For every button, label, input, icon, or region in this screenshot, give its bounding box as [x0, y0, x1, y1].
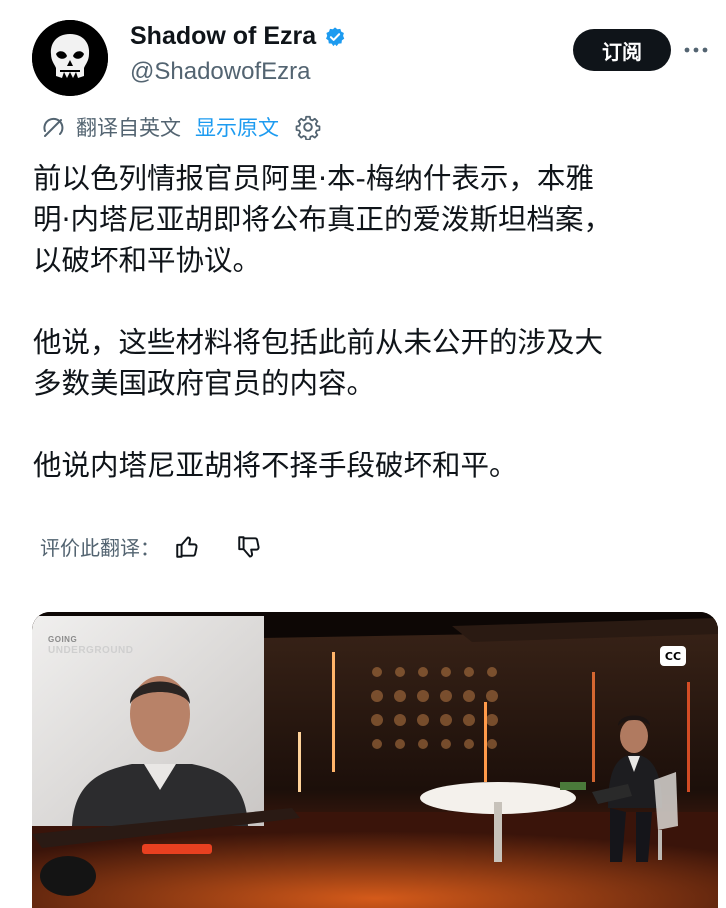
- studio-scene: [32, 612, 718, 908]
- going-underground-logo: GOING UNDERGROUND: [48, 634, 134, 656]
- name-row: Shadow of Ezra: [130, 22, 346, 51]
- verified-badge-icon: [326, 26, 345, 46]
- logo-line-1: GOING: [48, 635, 78, 644]
- post-header: Shadow of Ezra @ShadowofEzra 订阅: [0, 0, 726, 110]
- translation-bar: 翻译自英文 显示原文: [40, 112, 321, 142]
- rate-translation-bar: 评价此翻译：: [40, 532, 262, 561]
- thumbs-down-icon[interactable]: [236, 534, 262, 560]
- post-paragraph: 前以色列情报官员阿里·本-梅纳什表示，本雅 明·内塔尼亚胡即将公布真正的爱泼斯坦…: [33, 162, 613, 277]
- translated-from-label: 翻译自英文: [76, 116, 181, 140]
- rate-translation-label: 评价此翻译：: [40, 536, 160, 560]
- post-paragraph: 他说内塔尼亚胡将不择手段破坏和平。: [33, 449, 518, 482]
- video-thumbnail[interactable]: GOING UNDERGROUND CC: [32, 612, 718, 908]
- author-handle[interactable]: @ShadowofEzra: [130, 58, 310, 86]
- closed-captions-button[interactable]: CC: [660, 646, 686, 666]
- post-text: 前以色列情报官员阿里·本-梅纳什表示，本雅 明·内塔尼亚胡即将公布真正的爱泼斯坦…: [33, 158, 703, 527]
- subscribe-button[interactable]: 订阅: [573, 29, 671, 71]
- more-options-icon[interactable]: [682, 36, 710, 64]
- thumbs-up-icon[interactable]: [174, 534, 200, 560]
- logo-line-2: UNDERGROUND: [48, 645, 134, 656]
- show-original-link[interactable]: 显示原文: [195, 112, 279, 142]
- skull-logo-icon: [32, 20, 108, 96]
- avatar[interactable]: [32, 20, 108, 96]
- display-name[interactable]: Shadow of Ezra: [130, 22, 316, 51]
- post-paragraph: 他说，这些材料将包括此前从未公开的涉及大 多数美国政府官员的内容。: [33, 326, 604, 400]
- gear-icon[interactable]: [295, 114, 321, 140]
- translate-icon: [43, 117, 64, 137]
